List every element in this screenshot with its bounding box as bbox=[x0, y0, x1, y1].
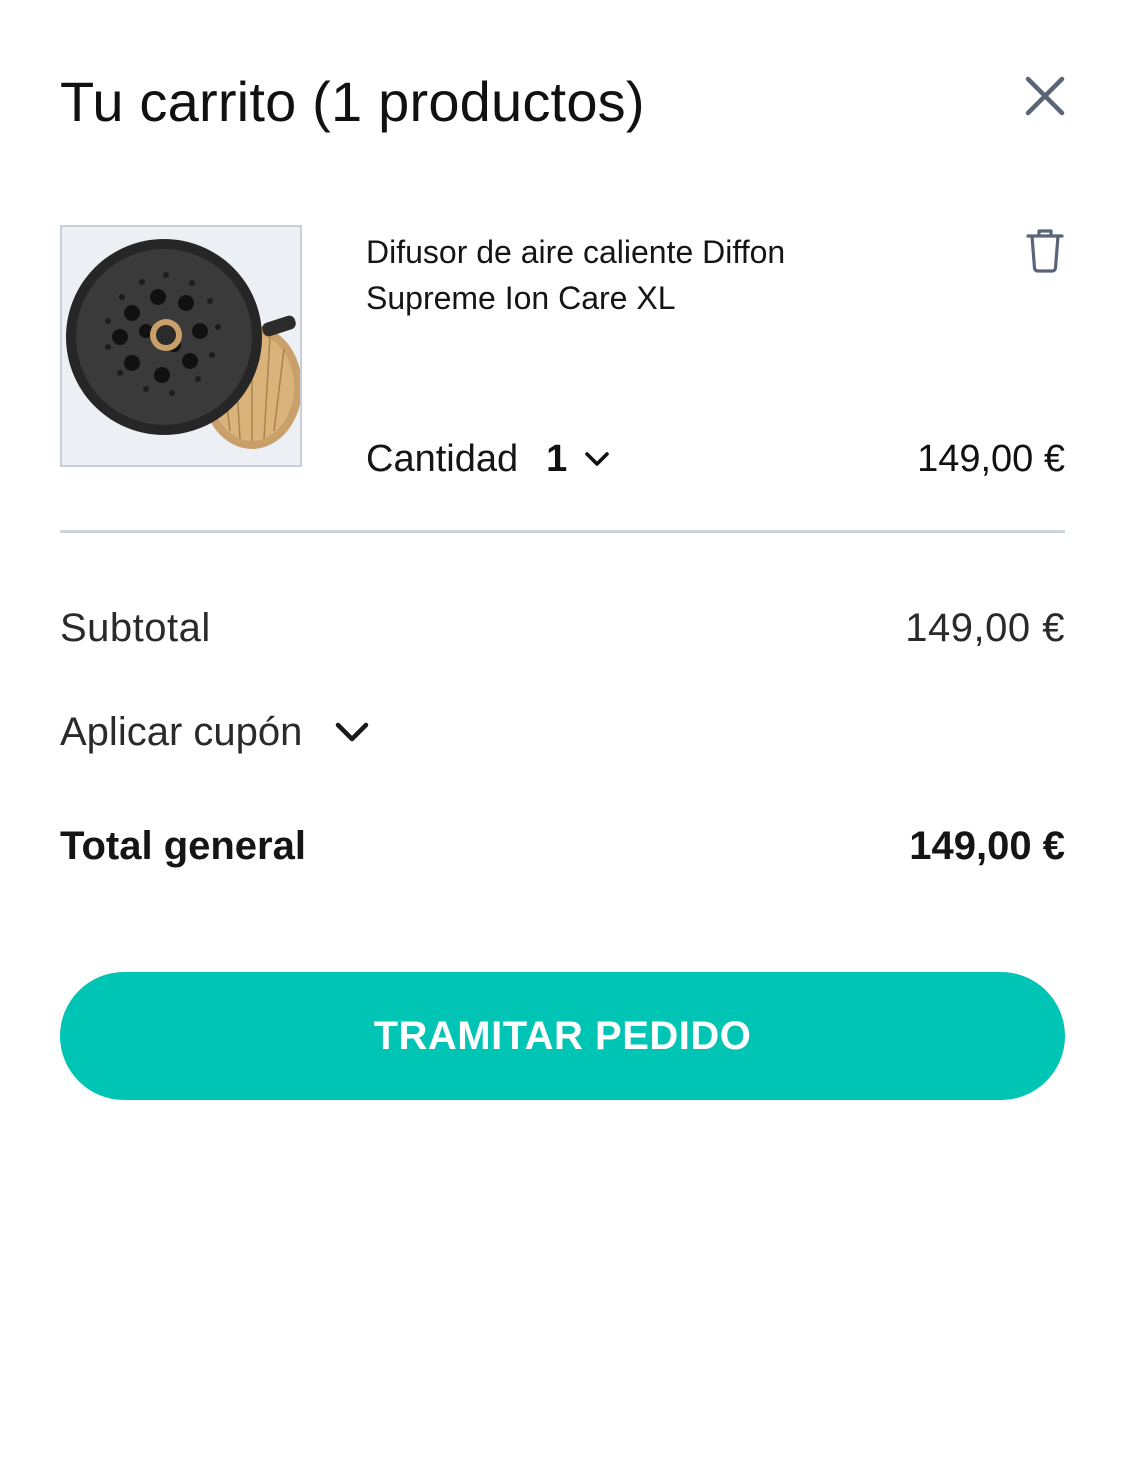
checkout-button-label: TRAMITAR PEDIDO bbox=[373, 1013, 752, 1058]
quantity-value: 1 bbox=[546, 437, 568, 480]
close-button[interactable] bbox=[1023, 74, 1067, 118]
diffuser-product-image bbox=[62, 227, 300, 465]
subtotal-label: Subtotal bbox=[60, 605, 211, 650]
total-row: Total general 149,00 € bbox=[60, 818, 1065, 874]
total-label: Total general bbox=[60, 823, 306, 868]
quantity-select[interactable]: 1 bbox=[546, 438, 611, 481]
total-value: 149,00 € bbox=[909, 823, 1065, 868]
product-image[interactable] bbox=[60, 225, 302, 467]
item-price: 149,00 € bbox=[917, 438, 1065, 480]
subtotal-row: Subtotal 149,00 € bbox=[60, 600, 1065, 656]
chevron-down-icon bbox=[585, 452, 610, 466]
chevron-down-icon bbox=[336, 722, 369, 742]
coupon-label: Aplicar cupón bbox=[60, 709, 303, 754]
subtotal-value: 149,00 € bbox=[905, 605, 1065, 650]
quantity-label: Cantidad bbox=[366, 437, 519, 480]
divider bbox=[60, 530, 1065, 533]
page-title: Tu carrito (1 productos) bbox=[60, 70, 645, 133]
product-name[interactable]: Difusor de aire caliente Diffon Supreme … bbox=[366, 229, 886, 321]
checkout-button[interactable]: TRAMITAR PEDIDO bbox=[60, 972, 1065, 1100]
cart-header: Tu carrito (1 productos) bbox=[60, 62, 1067, 142]
remove-item-button[interactable] bbox=[1025, 227, 1065, 273]
quantity-row: Cantidad 1 bbox=[366, 433, 611, 485]
close-icon bbox=[1025, 76, 1065, 116]
apply-coupon-toggle[interactable]: Aplicar cupón bbox=[60, 704, 370, 760]
cart-item: Difusor de aire caliente Diffon Supreme … bbox=[60, 225, 1065, 480]
trash-icon bbox=[1026, 229, 1064, 273]
